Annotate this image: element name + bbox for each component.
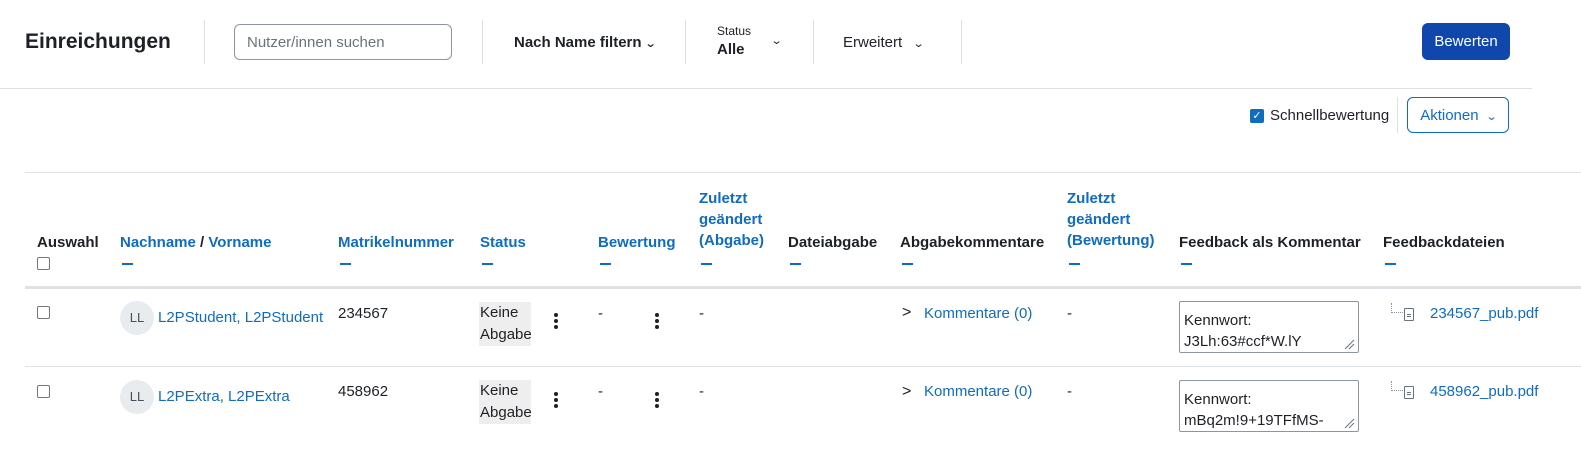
search-input[interactable] [234, 24, 452, 60]
advanced-dropdown[interactable]: Erweitert ⌄ [843, 34, 925, 51]
tree-connector [1391, 303, 1403, 313]
status-badge: Keine Abgabe [479, 380, 532, 424]
collapse-icon[interactable] [790, 263, 801, 265]
resize-grip-icon[interactable] [1344, 418, 1355, 429]
quick-grading-toggle[interactable]: ✓ Schnellbewertung [1250, 107, 1389, 124]
collapse-icon[interactable] [1069, 263, 1080, 265]
comments-link[interactable]: Kommentare (0) [924, 303, 1032, 324]
filter-name-dropdown[interactable]: Nach Name filtern ⌄ [514, 34, 657, 51]
sort-idnumber-link[interactable]: Matrikelnummer [338, 232, 454, 253]
modified-grade: - [1067, 305, 1072, 322]
divider [25, 172, 1581, 173]
header-file-submission: Dateiabgabe [788, 234, 878, 251]
actions-button[interactable]: Aktionen ⌄ [1407, 97, 1509, 133]
feedback-file-link[interactable]: 234567_pub.pdf [1430, 303, 1538, 324]
quick-grading-label: Schnellbewertung [1270, 107, 1390, 124]
status-dropdown[interactable]: Status Alle [717, 24, 751, 58]
feedback-textarea[interactable]: Kennwort: mBq2m!9+19TFfMS- [1179, 380, 1359, 432]
kebab-menu-icon[interactable] [655, 313, 659, 331]
grade-value: - [598, 305, 603, 322]
kebab-menu-icon[interactable] [655, 392, 659, 410]
sort-modified-grade-link[interactable]: Zuletzt geändert (Bewertung) [1067, 188, 1155, 251]
collapse-icon[interactable] [701, 263, 712, 265]
collapse-icon[interactable] [1181, 263, 1192, 265]
resize-grip-icon[interactable] [1344, 339, 1355, 350]
modified-submission: - [699, 383, 704, 400]
collapse-icon[interactable] [122, 263, 133, 265]
idnumber: 458962 [338, 383, 389, 400]
grade-value: - [598, 383, 603, 400]
divider [813, 20, 814, 64]
avatar: LL [120, 301, 154, 335]
header-feedback-comments: Feedback als Kommentar [1179, 234, 1361, 251]
chevron-down-icon: ⌄ [770, 35, 783, 47]
collapse-icon[interactable] [600, 263, 611, 265]
sort-firstname-link[interactable]: Vorname [208, 234, 271, 251]
header-select: Auswahl [37, 234, 99, 251]
header-submission-comments: Abgabekommentare [900, 234, 1045, 251]
pdf-file-icon [1404, 308, 1414, 321]
modified-grade: - [1067, 383, 1072, 400]
row-select-checkbox[interactable] [37, 385, 50, 398]
divider [482, 20, 483, 64]
tree-connector [1391, 381, 1403, 391]
chevron-down-icon: ⌄ [644, 38, 657, 50]
status-badge: Keine Abgabe [479, 302, 532, 346]
grade-button[interactable]: Bewerten [1422, 23, 1510, 60]
collapse-icon[interactable] [482, 263, 493, 265]
sort-modified-submission-link[interactable]: Zuletzt geändert (Abgabe) [699, 188, 764, 251]
user-name-link[interactable]: L2PStudent, L2PStudent [158, 307, 323, 328]
divider [961, 20, 962, 64]
page-title: Einreichungen [25, 30, 171, 53]
collapse-icon[interactable] [902, 263, 913, 265]
collapse-icon[interactable] [1385, 263, 1396, 265]
chevron-right-icon[interactable]: > [902, 383, 911, 401]
header-feedback-files: Feedbackdateien [1383, 234, 1505, 251]
divider [1397, 97, 1398, 133]
divider [0, 88, 1532, 89]
top-bar: Einreichungen Nach Name filtern⌄ Status … [0, 0, 1581, 88]
feedback-textarea[interactable]: Kennwort: J3Lh:63#ccf*W.lY [1179, 301, 1359, 353]
checkbox-checked-icon[interactable]: ✓ [1250, 108, 1264, 123]
divider [685, 20, 686, 64]
kebab-menu-icon[interactable] [554, 313, 558, 331]
feedback-file-link[interactable]: 458962_pub.pdf [1430, 381, 1538, 402]
status-value: Alle [717, 41, 745, 58]
sort-grade-link[interactable]: Bewertung [598, 232, 676, 253]
select-all-checkbox[interactable] [37, 257, 50, 270]
chevron-right-icon[interactable]: > [902, 304, 911, 322]
comments-link[interactable]: Kommentare (0) [924, 381, 1032, 402]
collapse-icon[interactable] [340, 263, 351, 265]
row-select-checkbox[interactable] [37, 306, 50, 319]
divider [204, 20, 205, 64]
user-name-link[interactable]: L2PExtra, L2PExtra [158, 386, 290, 407]
header-name: Nachname / Vorname [120, 234, 272, 251]
chevron-down-icon: ⌄ [1485, 110, 1498, 123]
sort-status-link[interactable]: Status [480, 232, 526, 253]
pdf-file-icon [1404, 386, 1414, 399]
divider [25, 366, 1581, 367]
status-label: Status [717, 24, 752, 38]
avatar: LL [120, 380, 154, 414]
divider [25, 286, 1581, 289]
modified-submission: - [699, 305, 704, 322]
chevron-down-icon: ⌄ [912, 38, 925, 50]
idnumber: 234567 [338, 305, 389, 322]
kebab-menu-icon[interactable] [554, 392, 558, 410]
sort-lastname-link[interactable]: Nachname [120, 234, 196, 251]
